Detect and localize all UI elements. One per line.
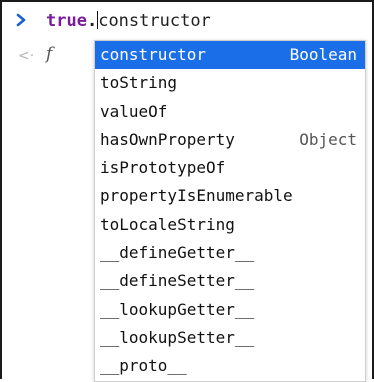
chevron-left-icon: <·	[18, 48, 35, 64]
suggestion-item[interactable]: toLocaleString	[95, 211, 365, 239]
suggestion-label: valueOf	[100, 101, 168, 121]
suggestion-item[interactable]: __lookupSetter__	[95, 324, 365, 352]
typed-member: constructor	[98, 11, 211, 31]
suggestion-item[interactable]: hasOwnProperty Object	[95, 126, 365, 154]
console-prompt-line[interactable]: true.constructor	[2, 6, 372, 36]
keyword-true: true	[46, 11, 87, 31]
suggestion-label: __lookupGetter__	[100, 299, 255, 319]
suggestion-label: propertyIsEnumerable	[100, 186, 293, 206]
chevron-right-icon	[16, 13, 26, 27]
suggestion-label: __defineSetter__	[100, 271, 255, 291]
suggestion-item[interactable]: __lookupGetter__	[95, 296, 365, 324]
suggestion-label: isPrototypeOf	[100, 158, 226, 178]
suggestion-item[interactable]: valueOf	[95, 98, 365, 126]
suggestion-item[interactable]: __defineSetter__	[95, 267, 365, 295]
devtools-console: true.constructor <· f constructor Boolean…	[0, 0, 374, 382]
suggestion-item[interactable]: constructor Boolean	[95, 41, 365, 70]
suggestion-item[interactable]: __proto__	[95, 352, 365, 380]
suggestion-item[interactable]: toString	[95, 69, 365, 97]
suggestion-type: Object	[299, 129, 357, 149]
autocomplete-suggest-box[interactable]: constructor Boolean toString valueOf hasOwnP…	[94, 40, 366, 382]
suggestion-type: Boolean	[289, 45, 357, 64]
suggestion-label: constructor	[100, 45, 206, 64]
result-function-glyph: f	[46, 44, 53, 64]
suggestion-item[interactable]: propertyIsEnumerable	[95, 182, 365, 210]
suggestion-label: __proto__	[100, 356, 187, 376]
suggestion-label: hasOwnProperty	[100, 129, 235, 149]
suggestion-label: __defineGetter__	[100, 243, 255, 263]
suggestion-label: __lookupSetter__	[100, 327, 255, 347]
suggestion-label: toLocaleString	[100, 214, 235, 234]
member-dot: .	[86, 11, 98, 31]
console-input[interactable]: true.constructor	[46, 8, 211, 34]
suggestion-item[interactable]: __defineGetter__	[95, 239, 365, 267]
suggestion-item[interactable]: isPrototypeOf	[95, 154, 365, 182]
suggestion-label: toString	[100, 73, 178, 93]
